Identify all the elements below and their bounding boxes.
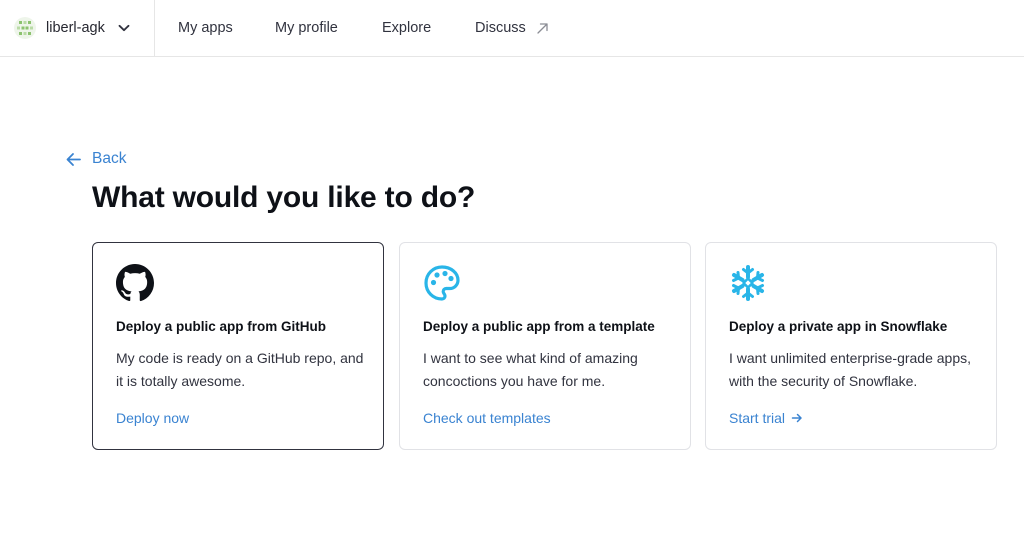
nav-discuss-label: Discuss bbox=[475, 20, 526, 36]
card-description: My code is ready on a GitHub repo, and i… bbox=[116, 350, 364, 389]
deploy-snowflake-card[interactable]: Deploy a private app in Snowflake I want… bbox=[705, 242, 997, 450]
back-link[interactable]: Back bbox=[65, 150, 126, 168]
card-description: I want to see what kind of amazing conco… bbox=[423, 350, 638, 389]
deploy-github-card[interactable]: Deploy a public app from GitHub My code … bbox=[92, 242, 384, 450]
palette-icon bbox=[424, 265, 460, 301]
workspace-switcher[interactable]: liberl-agk bbox=[0, 0, 155, 57]
chevron-down-icon bbox=[118, 24, 130, 32]
start-trial-label: Start trial bbox=[729, 410, 786, 426]
github-icon bbox=[116, 264, 154, 302]
start-trial-link[interactable]: Start trial bbox=[729, 410, 803, 426]
arrow-left-icon bbox=[66, 152, 81, 166]
nav-discuss[interactable]: Discuss bbox=[475, 20, 549, 36]
external-link-arrow-icon bbox=[537, 22, 548, 34]
card-title: Deploy a public app from a template bbox=[423, 319, 655, 334]
back-label: Back bbox=[92, 150, 127, 167]
card-description: I want unlimited enterprise-grade apps, … bbox=[729, 350, 972, 389]
arrow-right-icon bbox=[791, 413, 802, 423]
nav-my-profile[interactable]: My profile bbox=[275, 20, 338, 36]
top-navigation-bar: liberl-agk My apps My profile Explore Di… bbox=[0, 0, 1024, 57]
page-title: What would you like to do? bbox=[92, 181, 476, 214]
nav-my-apps[interactable]: My apps bbox=[178, 20, 233, 36]
identicon-avatar bbox=[14, 17, 36, 39]
workspace-name: liberl-agk bbox=[46, 20, 105, 36]
card-title: Deploy a private app in Snowflake bbox=[729, 319, 948, 334]
check-out-templates-link[interactable]: Check out templates bbox=[423, 410, 551, 426]
nav-explore[interactable]: Explore bbox=[382, 20, 431, 36]
card-title: Deploy a public app from GitHub bbox=[116, 319, 327, 334]
deploy-template-card[interactable]: Deploy a public app from a template I wa… bbox=[399, 242, 691, 450]
deploy-now-link[interactable]: Deploy now bbox=[116, 410, 189, 426]
snowflake-icon bbox=[732, 265, 764, 301]
